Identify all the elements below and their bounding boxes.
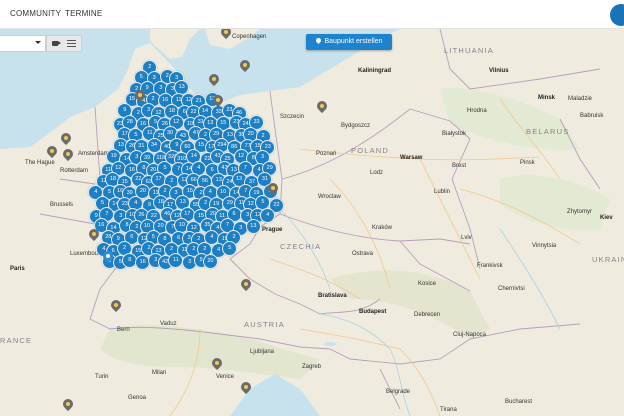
map-pin-icon[interactable] xyxy=(210,92,226,109)
map-pin-icon[interactable] xyxy=(265,180,281,197)
map-pin-icon[interactable] xyxy=(314,98,330,115)
map-canvas[interactable]: LITHUANIA BELARUS POLAND CZECHIA AUSTRIA… xyxy=(0,29,624,416)
category-filter-select[interactable] xyxy=(0,35,46,52)
view-toggle-group xyxy=(46,35,82,52)
tag-icon[interactable] xyxy=(51,39,61,48)
map-pin-icon[interactable] xyxy=(237,57,253,74)
user-avatar[interactable] xyxy=(610,4,624,26)
map-pin-icon[interactable] xyxy=(218,29,234,41)
map-pin-icon[interactable] xyxy=(206,71,222,88)
map-pin-icon[interactable] xyxy=(209,355,225,372)
nav-link-termine[interactable]: TERMINE xyxy=(65,9,102,18)
create-button-label: Baupunkt erstellen xyxy=(324,38,383,45)
map-pin-icon[interactable] xyxy=(86,226,102,243)
list-icon[interactable] xyxy=(67,39,77,48)
map-pin-icon[interactable] xyxy=(132,87,148,104)
info-pin-icon[interactable] xyxy=(100,248,116,265)
nav-link-community[interactable]: COMMUNITY xyxy=(10,9,61,18)
chevron-down-icon xyxy=(35,41,41,44)
top-navigation-bar: COMMUNITY TERMINE xyxy=(0,0,624,29)
map-pin-icon[interactable] xyxy=(108,297,124,314)
cluster-marker[interactable]: 13 xyxy=(245,218,261,234)
map-pin-icon[interactable] xyxy=(60,396,76,413)
create-construction-point-button[interactable]: Baupunkt erstellen xyxy=(306,34,392,50)
map-pin-icon[interactable] xyxy=(60,146,76,163)
map-pin-icon[interactable] xyxy=(58,130,74,147)
map-pin-icon xyxy=(314,36,322,45)
map-pin-icon[interactable] xyxy=(238,379,254,396)
cluster-marker[interactable]: 4 xyxy=(260,207,276,223)
map-pin-icon[interactable] xyxy=(44,143,60,160)
map-pin-icon[interactable] xyxy=(238,276,254,293)
